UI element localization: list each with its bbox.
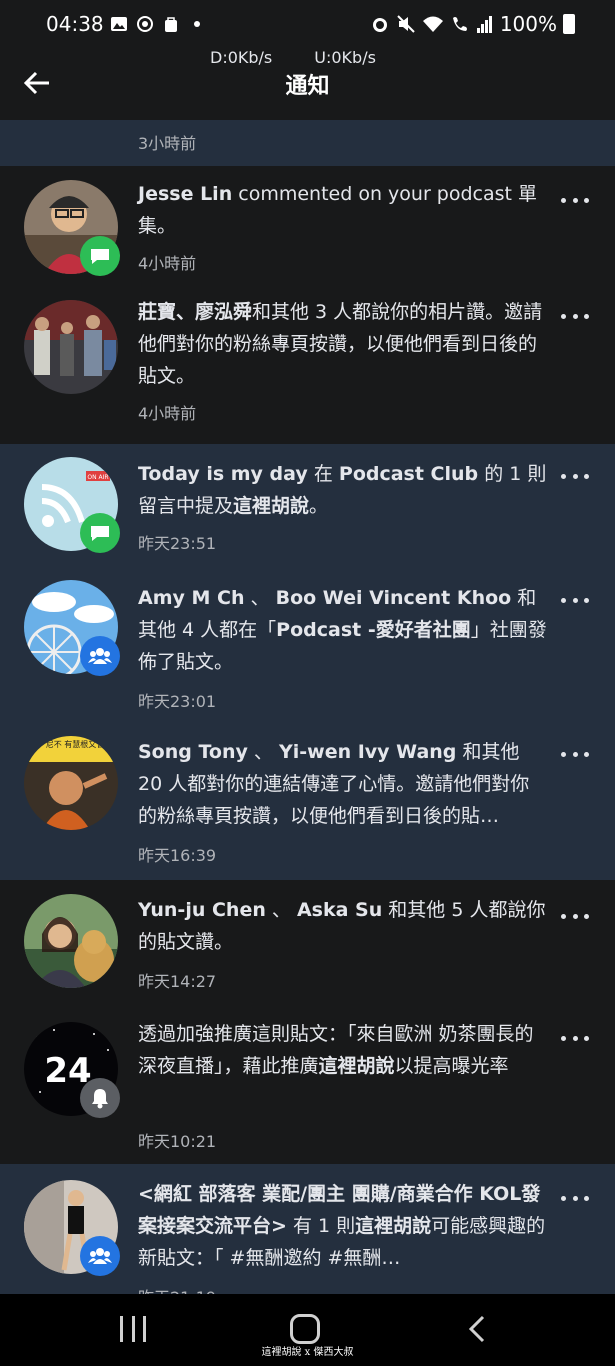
notification-item[interactable]: Yun-ju Chen 、 Aska Su 和其他 5 人都說你的貼文讚。 昨天…	[0, 880, 615, 1004]
header: 通知	[0, 52, 615, 120]
notification-text: Song Tony 、 Yi-wen Ivy Wang 和其他 20 人都對你的…	[138, 741, 530, 827]
more-options-button[interactable]	[561, 1032, 589, 1044]
recent-apps-button[interactable]	[120, 1316, 146, 1342]
notification-time: 昨天16:39	[138, 846, 217, 865]
avatar-caption: 輕人，尼不 有慧根又會哦喔	[24, 739, 118, 749]
notification-item[interactable]: 輕人，尼不 有慧根又會哦喔 Song Tony 、 Yi-wen Ivy Wan…	[0, 722, 615, 880]
sync-icon	[137, 16, 153, 32]
more-options-button[interactable]	[561, 1192, 589, 1204]
comment-badge-icon	[80, 236, 120, 276]
alarm-icon	[372, 18, 387, 32]
more-options-button[interactable]	[561, 748, 589, 760]
home-button[interactable]	[290, 1314, 320, 1344]
avatar-on-air-label: ON AIR	[87, 474, 108, 481]
group-badge-icon	[80, 1236, 120, 1276]
notification-time: 昨天23:01	[138, 692, 217, 711]
notification-time: 昨天10:21	[138, 1132, 217, 1151]
system-back-button[interactable]	[465, 1314, 489, 1344]
status-right-icons: 100%	[370, 12, 575, 36]
image-icon	[111, 17, 127, 31]
notification-text: Yun-ju Chen 、 Aska Su 和其他 5 人都說你的貼文讚。	[138, 899, 546, 953]
notification-text: 透過加強推廣這則貼文：「來自歐洲 奶茶團長的深夜直播」，藉此推廣這裡胡說以提高曝…	[138, 1023, 534, 1077]
notification-item[interactable]: Jesse Lin commented on your podcast 單集。 …	[0, 166, 615, 296]
wifi-icon	[422, 16, 443, 32]
notification-time: 昨天14:27	[138, 972, 217, 991]
more-options-button[interactable]	[561, 594, 589, 606]
notification-item[interactable]: 莊寶、廖泓舜和其他 3 人都說你的相片讚。邀請他們對你的粉絲專頁按讚，以便他們看…	[0, 296, 615, 444]
battery-icon	[563, 14, 575, 34]
notification-text: Jesse Lin commented on your podcast 單集。	[138, 183, 538, 237]
notification-text: Amy M Ch 、 Boo Wei Vincent Khoo 和其他 4 人都…	[138, 587, 547, 673]
more-options-button[interactable]	[561, 470, 589, 482]
avatar: 輕人，尼不 有慧根又會哦喔	[24, 736, 118, 830]
avatar	[24, 300, 118, 394]
notification-text: 莊寶、廖泓舜和其他 3 人都說你的相片讚。邀請他們對你的粉絲專頁按讚，以便他們看…	[138, 301, 543, 387]
notification-item[interactable]: 24 透過加強推廣這則貼文：「來自歐洲 奶茶團長的深夜直播」，藉此推廣這裡胡說以…	[0, 1004, 615, 1164]
watermark: 這裡胡說 x 傑西大叔	[261, 1347, 354, 1358]
wifi-call-icon	[452, 17, 467, 31]
avatar	[24, 894, 118, 988]
page-title: 通知	[285, 74, 330, 99]
more-options-button[interactable]	[561, 194, 589, 206]
system-nav-bar: 這裡胡說 x 傑西大叔	[0, 1294, 615, 1366]
notification-list[interactable]: 3小時前 Jesse Lin commented on your podcast…	[0, 120, 615, 1294]
mute-icon	[397, 15, 415, 33]
notification-text: <網紅 部落客 業配/團主 團購/商業合作 KOL發案接案交流平台> 有 1 則…	[138, 1183, 546, 1269]
notification-time: 4小時前	[138, 404, 197, 423]
notification-time: 3小時前	[138, 134, 197, 153]
notification-item[interactable]: 3小時前	[0, 120, 615, 166]
battery-percent: 100%	[499, 12, 557, 36]
status-bar: 04:38 100%	[0, 0, 615, 52]
dot-icon	[194, 21, 200, 27]
notification-text: Today is my day 在 Podcast Club 的 1 則留言中提…	[138, 463, 547, 517]
more-options-button[interactable]	[561, 910, 589, 922]
notification-item[interactable]: ON AIR Today is my day 在 Podcast Club 的 …	[0, 444, 615, 568]
status-left-icons	[110, 15, 206, 33]
signal-icon	[476, 16, 492, 33]
status-time: 04:38	[46, 12, 104, 36]
bell-badge-icon	[80, 1078, 120, 1118]
comment-badge-icon	[80, 513, 120, 553]
notification-time: 4小時前	[138, 254, 197, 273]
group-badge-icon	[80, 636, 120, 676]
notification-time: 昨天23:51	[138, 534, 217, 553]
notification-time: 昨天21:19	[138, 1284, 216, 1294]
more-options-button[interactable]	[561, 310, 589, 322]
notification-item[interactable]: Amy M Ch 、 Boo Wei Vincent Khoo 和其他 4 人都…	[0, 568, 615, 722]
shopping-bag-icon	[165, 17, 177, 32]
notification-item[interactable]: <網紅 部落客 業配/團主 團購/商業合作 KOL發案接案交流平台> 有 1 則…	[0, 1164, 615, 1294]
